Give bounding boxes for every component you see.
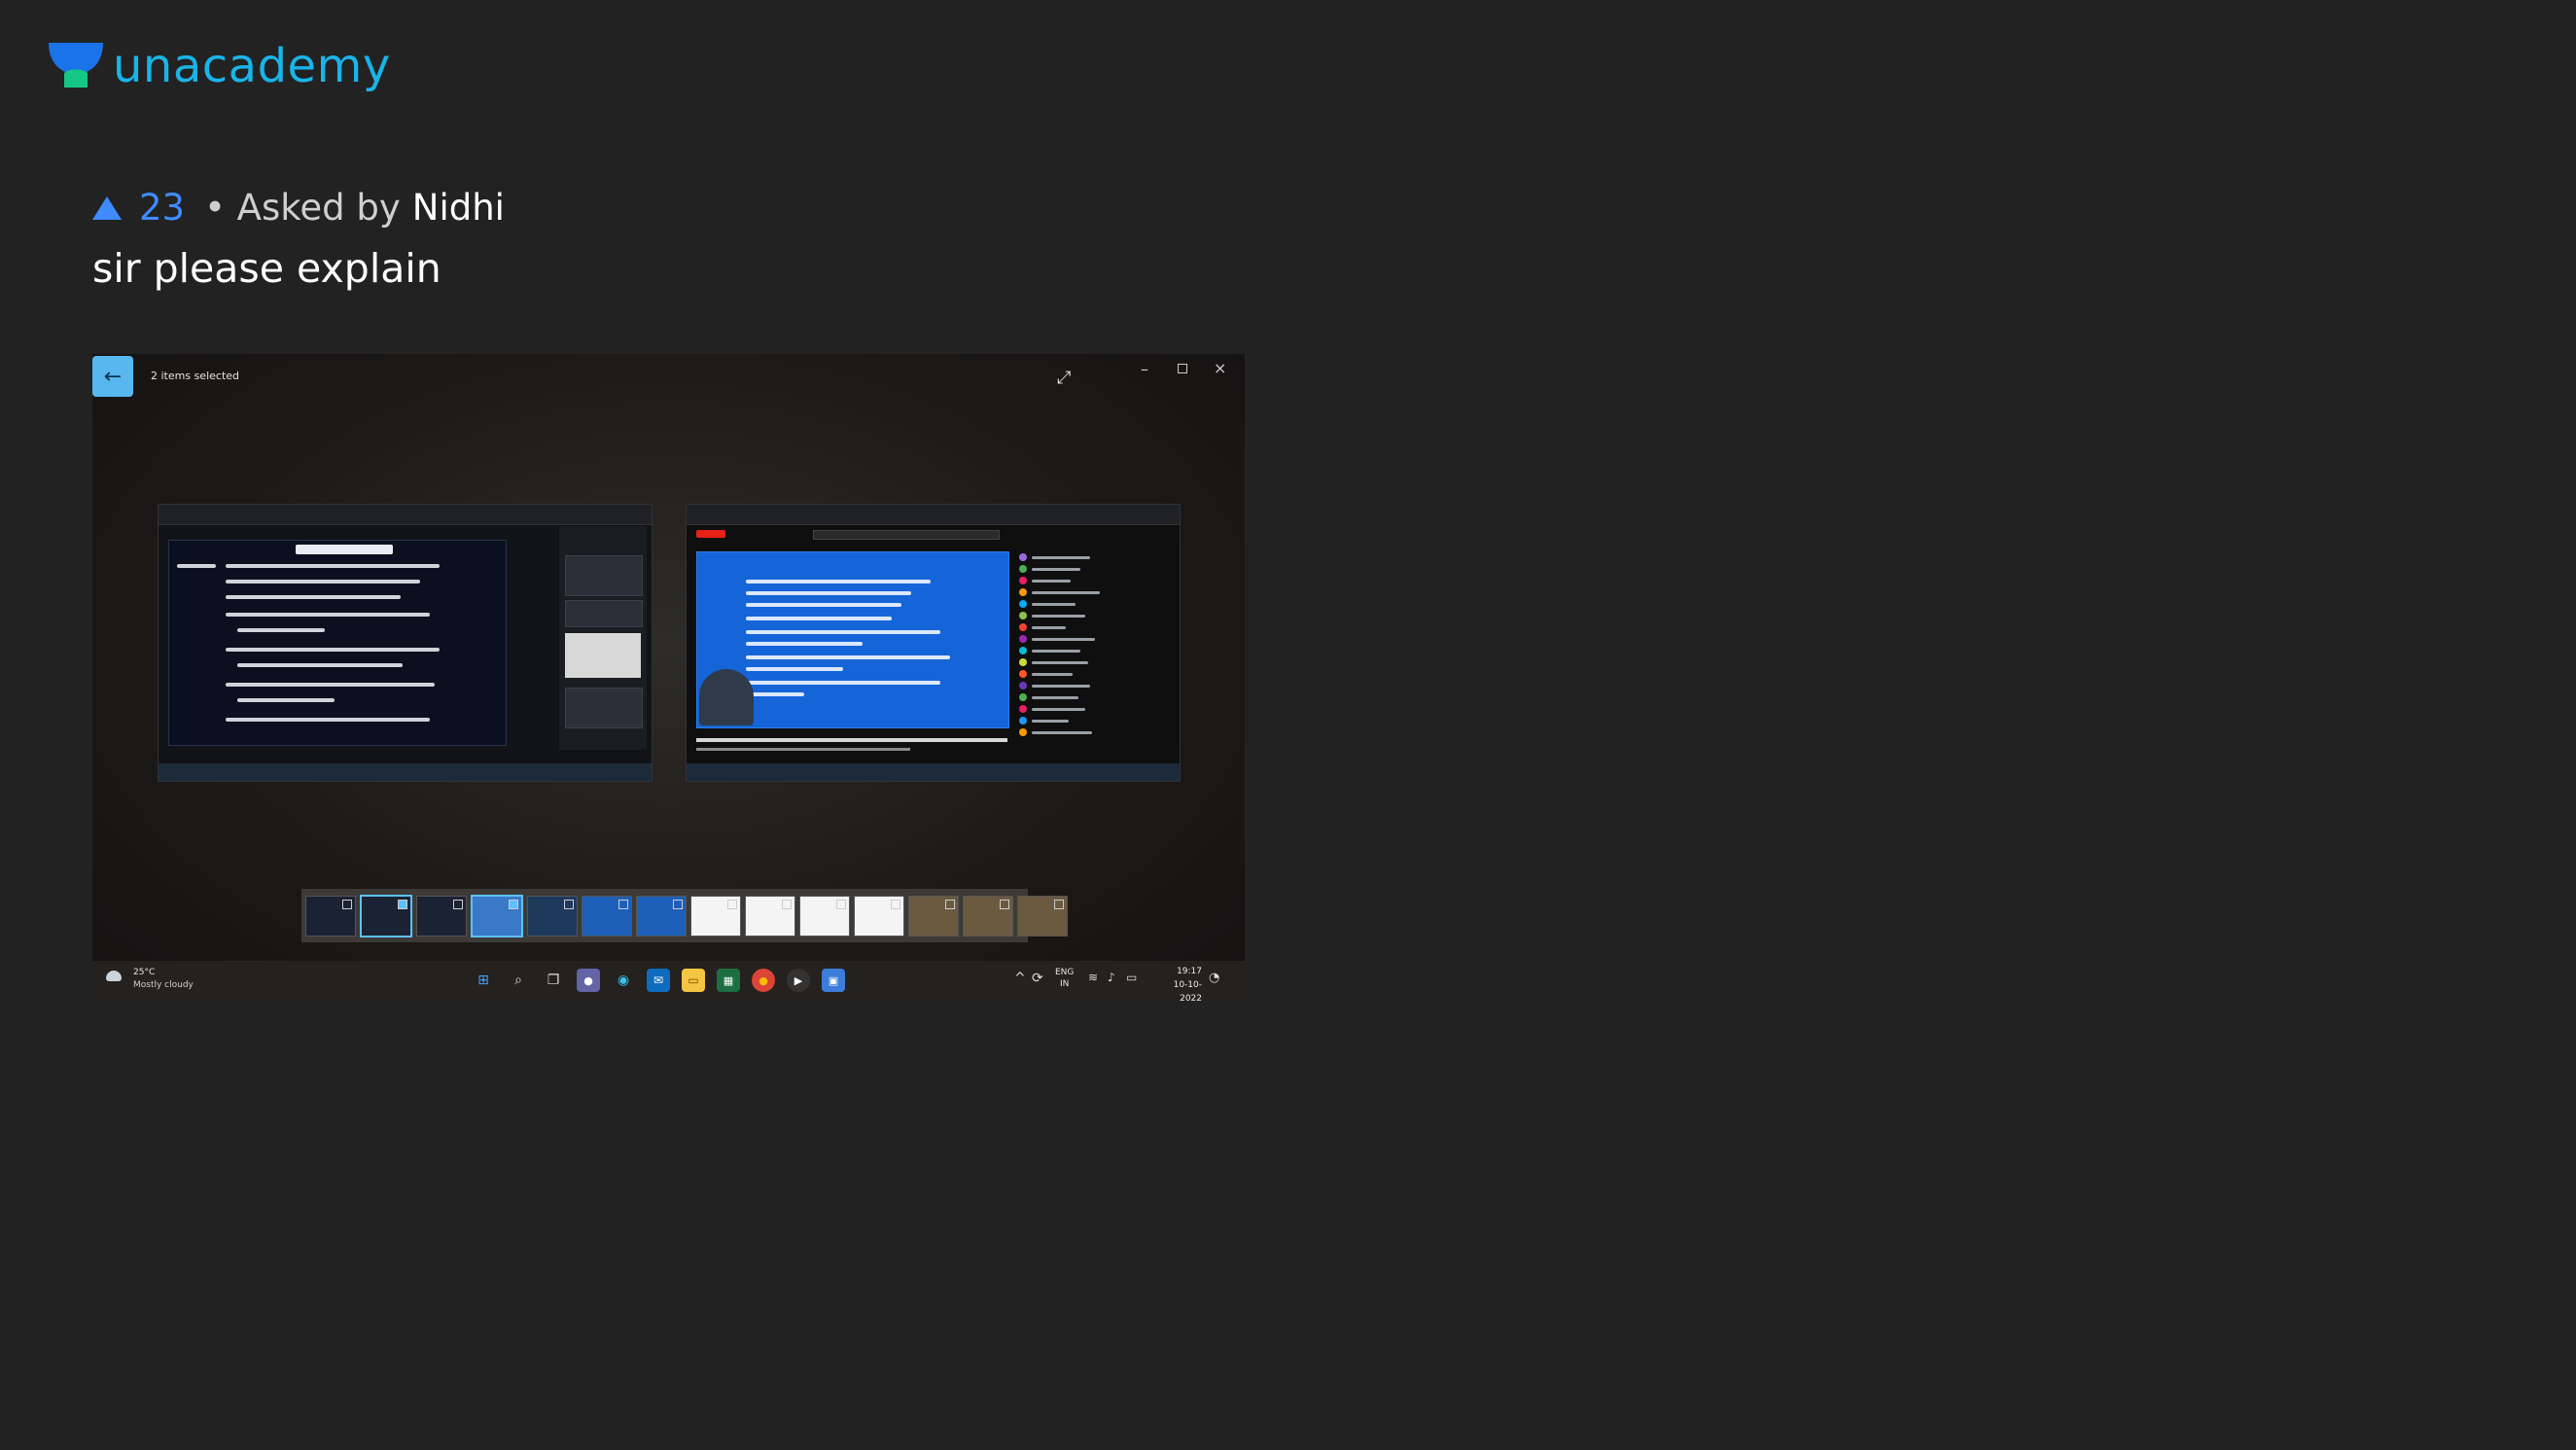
question-text: sir please explain bbox=[92, 245, 441, 292]
filmstrip-thumbnail[interactable] bbox=[854, 895, 904, 937]
volume-icon: ♪ bbox=[1108, 971, 1115, 984]
screenshot-thumbnail-lecture bbox=[158, 504, 653, 782]
windows-taskbar: 25°C Mostly cloudy ⊞ ⌕ ❐ ● ◉ ✉ ▭ ▦ ● ▶ ▣… bbox=[92, 961, 1245, 1001]
windows-start-icon: ⊞ bbox=[477, 973, 489, 988]
checkbox-icon[interactable] bbox=[945, 899, 955, 909]
clock: 19:17 10-10-2022 bbox=[1153, 965, 1202, 1001]
question-meta: 23 • Asked by Nidhi bbox=[92, 187, 505, 229]
filmstrip-thumbnail[interactable] bbox=[360, 894, 412, 937]
photos-icon: ▣ bbox=[822, 969, 845, 992]
question-slide-image bbox=[168, 540, 507, 746]
video-panel bbox=[559, 526, 647, 750]
filmstrip bbox=[301, 889, 1068, 942]
checkbox-icon[interactable] bbox=[836, 899, 846, 909]
mail-icon: ✉ bbox=[647, 969, 670, 992]
filmstrip-thumbnail[interactable] bbox=[1017, 895, 1068, 937]
date: 10-10-2022 bbox=[1173, 980, 1202, 1001]
checkbox-icon[interactable] bbox=[509, 899, 518, 909]
expand-icon: ⤢ bbox=[1057, 368, 1072, 388]
search-icon: ⌕ bbox=[514, 973, 522, 988]
filmstrip-thumbnail[interactable] bbox=[471, 894, 523, 937]
checkbox-icon[interactable] bbox=[618, 899, 628, 909]
attached-screenshot[interactable]: ← 2 items selected ⤢ – × 25°C Mostly clo… bbox=[92, 354, 1245, 1001]
brand-name: unacademy bbox=[113, 39, 391, 93]
file-explorer-icon: ▭ bbox=[682, 969, 705, 992]
sync-icon: ⟳ bbox=[1032, 971, 1043, 986]
selection-count: 2 items selected bbox=[151, 370, 240, 382]
filmstrip-thumbnail[interactable] bbox=[690, 895, 741, 937]
notification-icon: ◔ bbox=[1209, 971, 1220, 985]
author-name: Nidhi bbox=[411, 187, 505, 229]
checkbox-icon[interactable] bbox=[727, 899, 737, 909]
checkbox-icon[interactable] bbox=[1000, 899, 1009, 909]
filmstrip-thumbnail[interactable] bbox=[799, 895, 850, 937]
time: 19:17 bbox=[1177, 967, 1202, 976]
arrow-left-icon: ← bbox=[103, 364, 123, 389]
media-player-icon: ▶ bbox=[787, 969, 810, 992]
screenshot-thumbnail-youtube bbox=[686, 504, 1181, 782]
unacademy-logo-icon bbox=[49, 43, 103, 88]
filmstrip-thumbnail[interactable] bbox=[963, 895, 1013, 937]
language-indicator: ENG IN bbox=[1055, 967, 1074, 990]
checkbox-icon[interactable] bbox=[782, 899, 792, 909]
checkbox-icon[interactable] bbox=[673, 899, 683, 909]
unacademy-logo[interactable]: unacademy bbox=[47, 39, 391, 93]
browser-bar bbox=[159, 505, 652, 525]
filmstrip-thumbnail[interactable] bbox=[908, 895, 959, 937]
maximize-icon bbox=[1178, 364, 1187, 373]
filmstrip-thumbnail[interactable] bbox=[527, 895, 578, 937]
lang-bottom: IN bbox=[1060, 979, 1070, 989]
filmstrip-thumbnail[interactable] bbox=[582, 895, 632, 937]
excel-icon: ▦ bbox=[717, 969, 740, 992]
filmstrip-thumbnail[interactable] bbox=[636, 895, 687, 937]
filmstrip-thumbnail[interactable] bbox=[305, 895, 356, 937]
checkbox-icon[interactable] bbox=[453, 899, 463, 909]
upvote-count: 23 bbox=[139, 187, 186, 229]
task-view-icon: ❐ bbox=[547, 973, 560, 988]
tray-chevron-icon: ^ bbox=[1014, 971, 1026, 986]
weather-desc: Mostly cloudy bbox=[133, 980, 194, 990]
checkbox-icon[interactable] bbox=[564, 899, 574, 909]
weather-temp: 25°C bbox=[133, 968, 156, 977]
chat-icon: ● bbox=[577, 969, 600, 992]
checkbox-icon[interactable] bbox=[342, 899, 352, 909]
chrome-icon: ● bbox=[752, 969, 775, 992]
battery-icon: ▭ bbox=[1126, 971, 1138, 984]
checkbox-icon[interactable] bbox=[398, 899, 407, 909]
back-button: ← bbox=[92, 356, 133, 397]
asked-by-label: • Asked by bbox=[204, 187, 401, 229]
close-icon: × bbox=[1214, 359, 1227, 377]
cloud-icon bbox=[106, 971, 122, 981]
live-chat-panel bbox=[1019, 553, 1165, 748]
edge-icon: ◉ bbox=[617, 973, 630, 988]
filmstrip-thumbnail[interactable] bbox=[416, 895, 467, 937]
filmstrip-thumbnail[interactable] bbox=[745, 895, 795, 937]
lang-top: ENG bbox=[1055, 968, 1075, 977]
checkbox-icon[interactable] bbox=[891, 899, 900, 909]
upvote-icon[interactable] bbox=[92, 195, 122, 220]
wifi-icon: ≋ bbox=[1088, 971, 1099, 984]
minimize-icon: – bbox=[1141, 360, 1148, 378]
checkbox-icon[interactable] bbox=[1054, 899, 1064, 909]
youtube-video-frame bbox=[696, 551, 1009, 728]
browser-bar bbox=[687, 505, 1180, 525]
